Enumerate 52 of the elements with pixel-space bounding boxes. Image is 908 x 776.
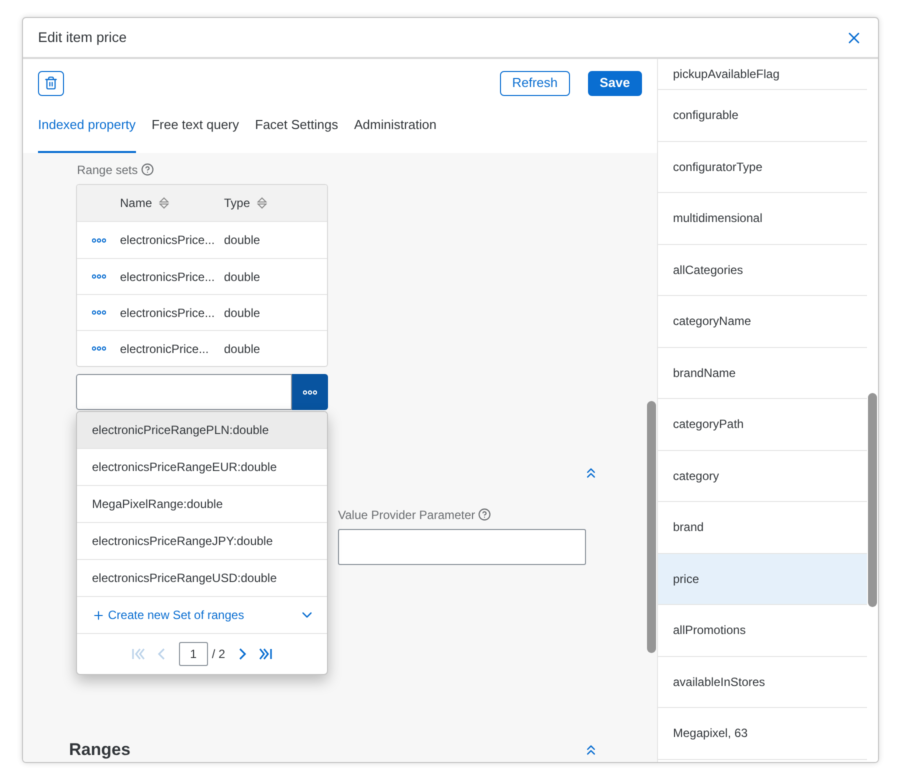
value-provider-parameter-input[interactable] xyxy=(338,529,586,565)
tab[interactable]: Indexed property xyxy=(38,97,136,153)
help-icon[interactable] xyxy=(478,508,492,521)
refresh-button[interactable]: Refresh xyxy=(500,70,570,96)
property-item[interactable]: configuratorType xyxy=(658,142,867,193)
table-cell-text: electronicPrice... xyxy=(120,340,210,358)
section-heading: Ranges xyxy=(69,739,130,761)
delete-button[interactable] xyxy=(38,70,64,96)
property-item[interactable]: category xyxy=(658,450,867,502)
save-button[interactable]: Save xyxy=(588,70,642,96)
help-icon[interactable] xyxy=(140,163,154,176)
tab[interactable]: Administration xyxy=(354,97,436,153)
scrollbar-thumb[interactable] xyxy=(868,393,877,607)
property-item[interactable]: availableInStores xyxy=(658,656,867,708)
field-label: Value Provider Parameter xyxy=(338,506,476,524)
more-icon[interactable] xyxy=(92,238,106,242)
dropdown-option[interactable]: electronicsPriceRangeJPY:double xyxy=(77,523,327,560)
property-item[interactable]: allCategories xyxy=(658,244,867,296)
page-total: / 2 xyxy=(212,646,226,663)
table-cell-text: double xyxy=(224,232,260,249)
range-set-input[interactable] xyxy=(76,374,292,410)
more-icon[interactable] xyxy=(92,274,106,279)
table-cell-text: double xyxy=(224,340,260,358)
property-item[interactable]: brandName xyxy=(658,348,867,399)
dialog-title: Edit item price xyxy=(38,28,127,47)
table-cell-text: electronicsPrice... xyxy=(120,268,216,286)
tab[interactable]: Facet Settings xyxy=(255,97,338,153)
dropdown-option[interactable]: MegaPixelRange:double xyxy=(77,486,327,523)
property-item[interactable]: price xyxy=(658,554,867,605)
table-cell-text: double xyxy=(224,268,260,286)
table-cell-text: double xyxy=(224,304,260,322)
table-cell-text: electronicsPrice... xyxy=(120,304,216,322)
more-icon[interactable] xyxy=(92,346,106,351)
more-icon[interactable] xyxy=(92,310,106,315)
table-cell-text: electronicsPrice... xyxy=(120,232,216,249)
trash-icon xyxy=(44,76,58,90)
value-help-button[interactable] xyxy=(292,374,328,410)
tab[interactable]: Free text query xyxy=(152,97,240,153)
column-header: Name xyxy=(120,195,152,212)
sort-icon[interactable] xyxy=(257,197,268,209)
sort-icon[interactable] xyxy=(159,197,170,209)
range-sets-label: Range sets xyxy=(77,162,138,178)
dropdown-option[interactable]: electronicsPriceRangeEUR:double xyxy=(77,449,327,486)
dropdown-option[interactable]: electronicsPriceRangeUSD:double xyxy=(77,560,327,597)
column-header: Type xyxy=(224,195,250,212)
page-field[interactable]: 1 xyxy=(178,642,208,666)
last-page-icon[interactable] xyxy=(259,647,274,661)
plus-icon xyxy=(92,608,105,622)
scrollbar-thumb[interactable] xyxy=(647,401,656,653)
dropdown-option[interactable]: electronicPriceRangePLN:double xyxy=(77,412,327,449)
more-icon[interactable] xyxy=(303,390,317,394)
create-new-link[interactable]: Create new Set of ranges xyxy=(92,606,244,624)
